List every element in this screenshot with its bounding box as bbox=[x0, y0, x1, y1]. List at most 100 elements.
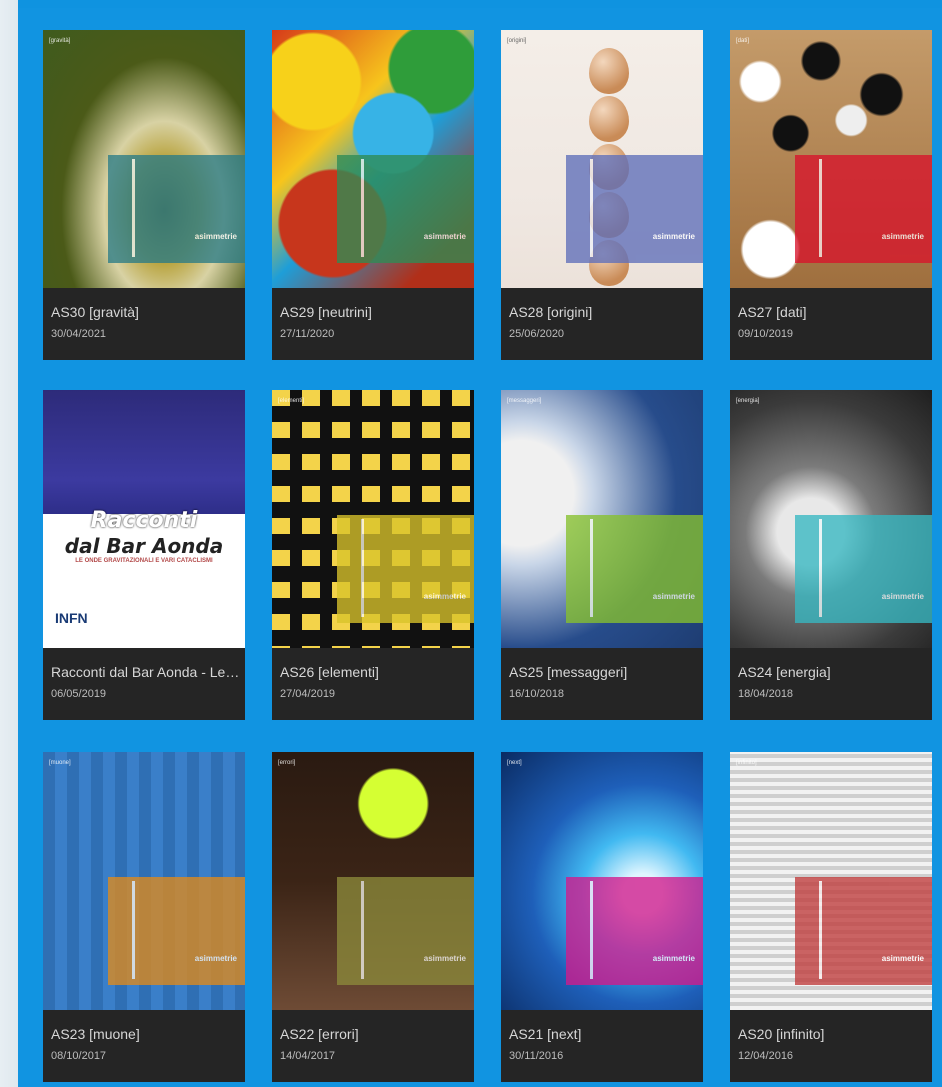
issue-card-as25[interactable]: [messaggeri] asimmetrie AS25 [messaggeri… bbox=[501, 390, 703, 720]
cover-panel-bar bbox=[819, 159, 822, 257]
infn-logo: INFN bbox=[55, 610, 88, 626]
issue-card-as29[interactable]: asimmetrie AS29 [neutrini] 27/11/2020 bbox=[272, 30, 474, 360]
cover-tag: [errori] bbox=[278, 760, 296, 766]
issue-card-as28[interactable]: [origini] asimmetrie AS28 [origini] 25/0… bbox=[501, 30, 703, 360]
cover-panel-bar bbox=[361, 519, 364, 617]
card-info: AS23 [muone] 08/10/2017 bbox=[43, 1010, 245, 1082]
racconti-title-line1: Racconti bbox=[90, 508, 198, 533]
issue-card-as27[interactable]: [dati] asimmetrie AS27 [dati] 09/10/2019 bbox=[730, 30, 932, 360]
egg-shape bbox=[589, 48, 629, 94]
cover-image: Racconti dal Bar Aonda LE ONDE GRAVITAZI… bbox=[43, 390, 245, 648]
cover-panel-bar bbox=[819, 519, 822, 617]
cover-tag: [energia] bbox=[736, 398, 760, 404]
issue-card-as26[interactable]: [elementi] asimmetrie AS26 [elementi] 27… bbox=[272, 390, 474, 720]
card-title[interactable]: AS20 [infinito] bbox=[738, 1026, 928, 1042]
card-title[interactable]: AS23 [muone] bbox=[51, 1026, 241, 1042]
cover-image: [elementi] asimmetrie bbox=[272, 390, 474, 648]
cover-panel: asimmetrie bbox=[337, 515, 474, 623]
cover-panel-bar bbox=[590, 159, 593, 257]
card-title[interactable]: Racconti dal Bar Aonda - Le… bbox=[51, 664, 241, 680]
cover-brand: asimmetrie bbox=[652, 954, 695, 963]
issues-grid: [gravità] asimmetrie AS30 [gravità] 30/0… bbox=[18, 8, 942, 1087]
card-info: AS29 [neutrini] 27/11/2020 bbox=[272, 288, 474, 360]
card-date: 08/10/2017 bbox=[51, 1050, 107, 1062]
card-date: 25/06/2020 bbox=[509, 328, 565, 340]
cover-tag: [next] bbox=[507, 760, 522, 766]
card-info: AS30 [gravità] 30/04/2021 bbox=[43, 288, 245, 360]
cover-brand: asimmetrie bbox=[652, 592, 695, 601]
issue-card-as22[interactable]: [errori] asimmetrie AS22 [errori] 14/04/… bbox=[272, 752, 474, 1082]
issue-card-as20[interactable]: [infinito] asimmetrie AS20 [infinito] 12… bbox=[730, 752, 932, 1082]
cover-image: [muone] asimmetrie bbox=[43, 752, 245, 1010]
card-info: AS22 [errori] 14/04/2017 bbox=[272, 1010, 474, 1082]
card-date: 18/04/2018 bbox=[738, 688, 794, 700]
cover-brand: asimmetrie bbox=[423, 954, 466, 963]
cover-panel-bar bbox=[132, 881, 135, 979]
card-title[interactable]: AS27 [dati] bbox=[738, 304, 928, 320]
card-date: 27/04/2019 bbox=[280, 688, 336, 700]
cover-brand: asimmetrie bbox=[194, 232, 237, 241]
cover-panel-bar bbox=[590, 881, 593, 979]
issue-card-racconti[interactable]: Racconti dal Bar Aonda LE ONDE GRAVITAZI… bbox=[43, 390, 245, 720]
cover-tag: [origini] bbox=[507, 38, 527, 44]
egg-shape bbox=[589, 96, 629, 142]
cover-brand: asimmetrie bbox=[423, 592, 466, 601]
racconti-subtitle: LE ONDE GRAVITAZIONALI E VARI CATACLISMI bbox=[75, 558, 213, 564]
cover-panel: asimmetrie bbox=[337, 877, 474, 985]
card-title[interactable]: AS29 [neutrini] bbox=[280, 304, 470, 320]
issue-card-as30[interactable]: [gravità] asimmetrie AS30 [gravità] 30/0… bbox=[43, 30, 245, 360]
card-date: 30/04/2021 bbox=[51, 328, 107, 340]
card-title[interactable]: AS26 [elementi] bbox=[280, 664, 470, 680]
card-date: 14/04/2017 bbox=[280, 1050, 336, 1062]
cover-panel: asimmetrie bbox=[795, 877, 932, 985]
card-date: 06/05/2019 bbox=[51, 688, 107, 700]
card-info: AS25 [messaggeri] 16/10/2018 bbox=[501, 648, 703, 720]
cover-panel: asimmetrie bbox=[566, 877, 703, 985]
cover-image: [origini] asimmetrie bbox=[501, 30, 703, 288]
card-info: AS24 [energia] 18/04/2018 bbox=[730, 648, 932, 720]
cover-brand: asimmetrie bbox=[652, 232, 695, 241]
issue-card-as21[interactable]: [next] asimmetrie AS21 [next] 30/11/2016 bbox=[501, 752, 703, 1082]
cover-panel: asimmetrie bbox=[108, 877, 245, 985]
card-info: AS20 [infinito] 12/04/2016 bbox=[730, 1010, 932, 1082]
card-title[interactable]: AS24 [energia] bbox=[738, 664, 928, 680]
cover-panel: asimmetrie bbox=[566, 155, 703, 263]
cover-image: [infinito] asimmetrie bbox=[730, 752, 932, 1010]
cover-brand: asimmetrie bbox=[881, 954, 924, 963]
cover-panel: asimmetrie bbox=[795, 515, 932, 623]
card-title[interactable]: AS21 [next] bbox=[509, 1026, 699, 1042]
cover-panel: asimmetrie bbox=[108, 155, 245, 263]
card-info: AS26 [elementi] 27/04/2019 bbox=[272, 648, 474, 720]
cover-tag: [elementi] bbox=[278, 398, 305, 404]
card-date: 16/10/2018 bbox=[509, 688, 565, 700]
cover-image: [dati] asimmetrie bbox=[730, 30, 932, 288]
cover-image: [errori] asimmetrie bbox=[272, 752, 474, 1010]
cover-tag: [gravità] bbox=[49, 38, 71, 44]
card-date: 09/10/2019 bbox=[738, 328, 794, 340]
cover-brand: asimmetrie bbox=[881, 592, 924, 601]
cover-brand: asimmetrie bbox=[423, 232, 466, 241]
card-title[interactable]: AS30 [gravità] bbox=[51, 304, 241, 320]
card-title[interactable]: AS25 [messaggeri] bbox=[509, 664, 699, 680]
card-date: 12/04/2016 bbox=[738, 1050, 794, 1062]
cover-image: [energia] asimmetrie bbox=[730, 390, 932, 648]
card-info: AS28 [origini] 25/06/2020 bbox=[501, 288, 703, 360]
issue-card-as24[interactable]: [energia] asimmetrie AS24 [energia] 18/0… bbox=[730, 390, 932, 720]
card-info: Racconti dal Bar Aonda - Le… 06/05/2019 bbox=[43, 648, 245, 720]
cover-image: [next] asimmetrie bbox=[501, 752, 703, 1010]
cover-brand: asimmetrie bbox=[194, 954, 237, 963]
issue-card-as23[interactable]: [muone] asimmetrie AS23 [muone] 08/10/20… bbox=[43, 752, 245, 1082]
cover-panel: asimmetrie bbox=[337, 155, 474, 263]
card-date: 30/11/2016 bbox=[509, 1050, 564, 1062]
card-title[interactable]: AS22 [errori] bbox=[280, 1026, 470, 1042]
card-info: AS21 [next] 30/11/2016 bbox=[501, 1010, 703, 1082]
card-title[interactable]: AS28 [origini] bbox=[509, 304, 699, 320]
cover-tag: [infinito] bbox=[736, 760, 757, 766]
cover-panel: asimmetrie bbox=[566, 515, 703, 623]
card-info: AS27 [dati] 09/10/2019 bbox=[730, 288, 932, 360]
racconti-title-line2: dal Bar Aonda bbox=[64, 534, 224, 558]
cover-panel-bar bbox=[590, 519, 593, 617]
cover-panel-bar bbox=[361, 159, 364, 257]
cover-panel-bar bbox=[132, 159, 135, 257]
cover-image: asimmetrie bbox=[272, 30, 474, 288]
